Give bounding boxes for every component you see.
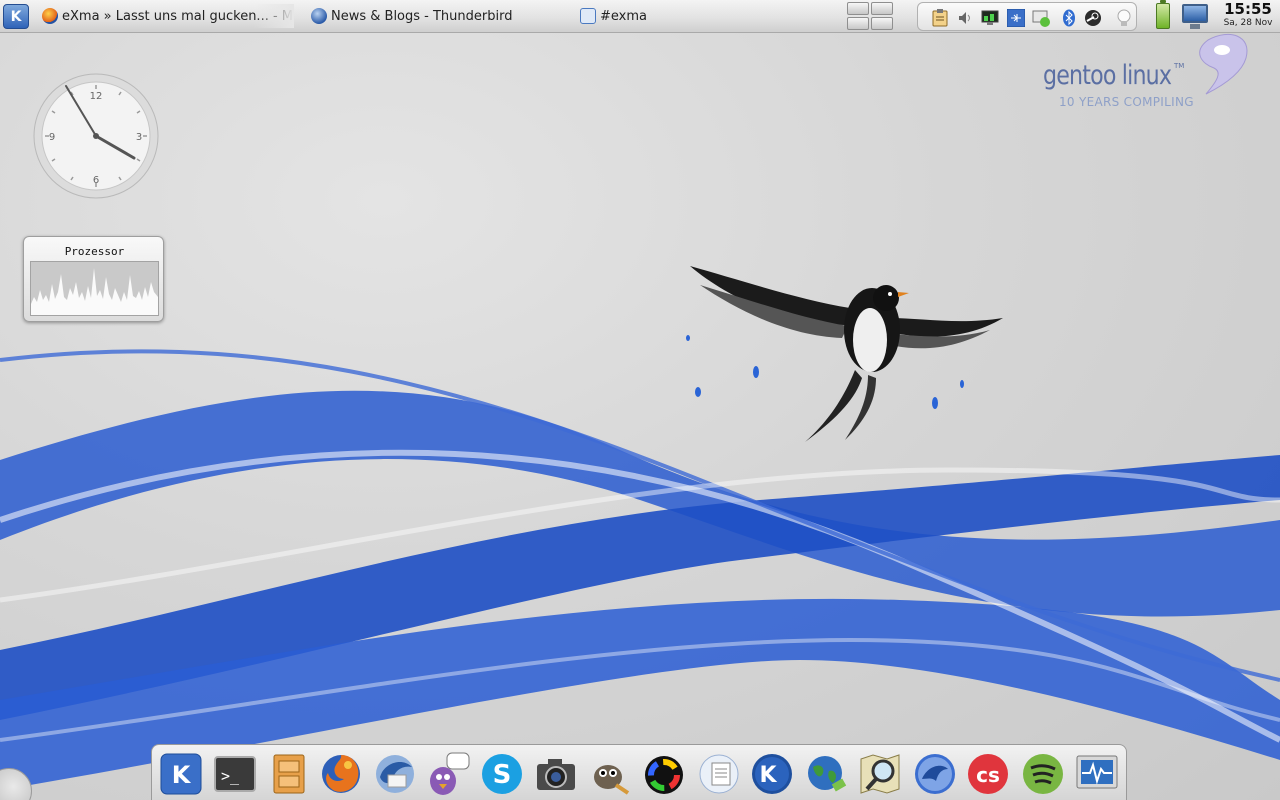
svg-text:K: K — [759, 763, 777, 788]
dock-item-firefox[interactable] — [318, 751, 364, 797]
svg-text:cs: cs — [976, 763, 1000, 787]
kile-icon: K — [752, 754, 792, 794]
cpu-usage-graph — [30, 261, 159, 316]
dock-item-map-search[interactable] — [857, 751, 903, 797]
taskbar-item-exma[interactable]: #exma — [580, 4, 730, 28]
thunderbird-icon — [311, 8, 327, 24]
svg-text:K: K — [172, 761, 192, 789]
application-dock: K >_ S K cs — [151, 744, 1127, 800]
firefox-icon — [322, 755, 360, 793]
openoffice-icon — [699, 754, 739, 794]
desktop-pager — [845, 1, 895, 32]
clock-label-9: 9 — [49, 132, 55, 143]
dock-item-gimp[interactable] — [586, 751, 632, 797]
dock-item-spotify[interactable] — [1020, 751, 1066, 797]
gimp-icon — [594, 765, 630, 795]
dock-item-thunderbird[interactable] — [372, 751, 418, 797]
dock-item-globe[interactable] — [803, 751, 849, 797]
lastfm-icon: cs — [968, 754, 1008, 794]
usb-device-icon[interactable] — [1006, 8, 1025, 27]
bluetooth-icon[interactable] — [1059, 8, 1078, 27]
dock-item-kile[interactable]: K — [749, 751, 795, 797]
chat-window-icon — [580, 8, 596, 24]
wallpaper-art — [0, 266, 1280, 790]
system-tray — [917, 2, 1137, 31]
dock-item-color-picker[interactable] — [640, 751, 686, 797]
pager-desktop-3[interactable] — [847, 17, 869, 30]
dock-item-lastfm[interactable]: cs — [965, 751, 1011, 797]
dock-item-camera[interactable] — [533, 751, 579, 797]
thunderbird-icon — [376, 755, 414, 793]
steam-icon[interactable] — [1083, 8, 1102, 27]
dock-item-pidgin[interactable] — [425, 751, 471, 797]
dolphin-icon — [915, 754, 955, 794]
clock-date[interactable]: Sa, 28 Nov — [1216, 18, 1280, 28]
taskbar-item-label: #exma — [600, 8, 647, 24]
clock-label-3: 3 — [136, 132, 142, 143]
flying-penguin-illustration — [686, 266, 1003, 442]
dock-item-system-monitor[interactable] — [1074, 751, 1120, 797]
system-monitor-icon — [1076, 755, 1118, 789]
taskbar-item-firefox[interactable]: eXma » Lasst uns mal gucken... - Moz — [42, 4, 294, 28]
clock-label-6: 6 — [93, 175, 99, 186]
map-magnifier-icon — [860, 754, 900, 794]
cpu-widget-title: Prozessor — [64, 245, 125, 258]
analog-clock-widget[interactable]: 12 3 6 9 — [33, 73, 159, 199]
pager-desktop-2[interactable] — [871, 2, 893, 15]
dock-item-skype[interactable]: S — [479, 751, 525, 797]
gentoo-tagline: 10 YEARS COMPILING — [1059, 95, 1194, 109]
gentoo-logo: gentoo linux TM 10 YEARS COMPILING — [1040, 28, 1272, 118]
skype-icon: S — [482, 754, 522, 794]
firefox-icon — [42, 8, 58, 24]
clock-label-12: 12 — [90, 91, 103, 102]
svg-text:S: S — [493, 760, 512, 790]
lightbulb-icon[interactable] — [1114, 8, 1133, 27]
volume-icon[interactable] — [955, 8, 974, 27]
pager-desktop-4[interactable] — [871, 17, 893, 30]
color-wheel-icon — [645, 756, 683, 794]
clock-time[interactable]: 15:55 — [1216, 0, 1280, 18]
globe-icon — [808, 756, 847, 792]
spotify-icon — [1023, 754, 1063, 794]
kde-logo-icon: K — [160, 753, 202, 795]
battery-icon[interactable] — [1156, 0, 1170, 29]
clipboard-icon[interactable] — [930, 8, 949, 27]
dock-item-dolphin[interactable] — [912, 751, 958, 797]
kde-menu-button[interactable]: K — [3, 4, 29, 29]
pidgin-icon — [430, 752, 470, 795]
network-connection-icon[interactable] — [1031, 8, 1050, 27]
taskbar-item-thunderbird[interactable]: News & Blogs - Thunderbird — [311, 4, 541, 28]
kde-logo-icon: K — [10, 8, 22, 25]
network-monitor-icon[interactable] — [980, 8, 999, 27]
svg-text:>_: >_ — [221, 767, 240, 785]
gentoo-wordmark: gentoo linux — [1043, 60, 1172, 91]
cpu-monitor-widget[interactable]: Prozessor — [23, 236, 164, 322]
pager-desktop-1[interactable] — [847, 2, 869, 15]
camera-icon — [537, 759, 575, 790]
file-cabinet-icon — [273, 754, 305, 794]
taskbar-item-label: News & Blogs - Thunderbird — [331, 8, 513, 24]
dock-item-file-manager[interactable] — [266, 751, 312, 797]
display-icon[interactable] — [1182, 4, 1208, 29]
dock-item-kde-menu[interactable]: K — [158, 751, 204, 797]
dock-item-terminal[interactable]: >_ — [212, 751, 258, 797]
desktop-wallpaper — [0, 0, 1280, 800]
dock-item-openoffice[interactable] — [696, 751, 742, 797]
trademark-symbol: TM — [1174, 62, 1185, 70]
terminal-icon: >_ — [214, 756, 256, 792]
